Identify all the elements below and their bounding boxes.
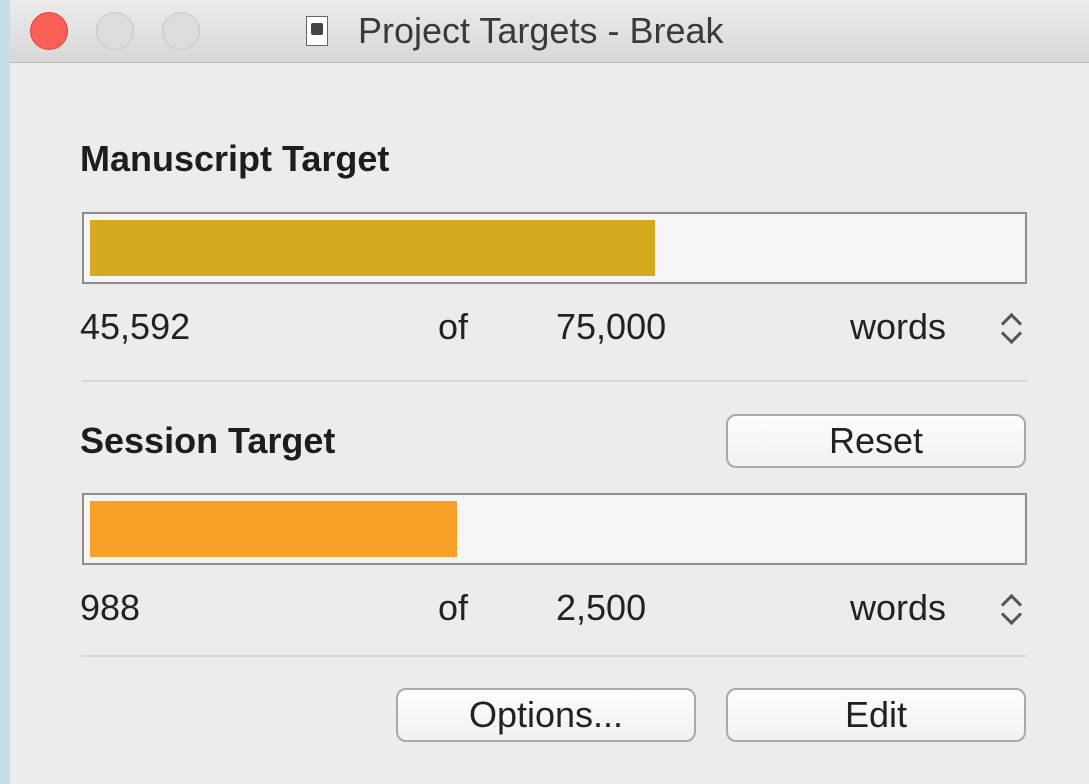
reset-button[interactable]: Reset [726, 414, 1026, 468]
manuscript-progress-fill [90, 220, 655, 276]
session-of-label: of [438, 587, 469, 628]
project-targets-window: Project Targets - Break Manuscript Targe… [10, 0, 1089, 784]
manuscript-progress-bar [82, 212, 1027, 284]
divider [82, 655, 1027, 657]
maximize-icon[interactable] [162, 12, 200, 50]
minimize-icon[interactable] [96, 12, 134, 50]
manuscript-target-heading: Manuscript Target [80, 138, 390, 179]
manuscript-current-count: 45,592 [80, 306, 191, 347]
window-title: Project Targets - Break [358, 10, 724, 51]
document-icon [306, 16, 328, 46]
session-target-count: 2,500 [556, 587, 647, 628]
close-icon[interactable] [30, 12, 68, 50]
chevron-updown-icon[interactable] [1000, 589, 1026, 629]
session-progress-fill [90, 501, 457, 557]
options-button[interactable]: Options... [396, 688, 696, 742]
session-progress-bar [82, 493, 1027, 565]
session-unit-select[interactable]: words [850, 587, 946, 629]
edit-button[interactable]: Edit [726, 688, 1026, 742]
manuscript-unit-select[interactable]: words [850, 306, 946, 348]
divider [82, 380, 1027, 382]
session-target-heading: Session Target [80, 420, 336, 461]
session-current-count: 988 [80, 587, 141, 628]
chevron-updown-icon[interactable] [1000, 308, 1026, 348]
manuscript-target-count: 75,000 [556, 306, 667, 347]
title-bar[interactable]: Project Targets - Break [10, 0, 1089, 63]
manuscript-of-label: of [438, 306, 469, 347]
